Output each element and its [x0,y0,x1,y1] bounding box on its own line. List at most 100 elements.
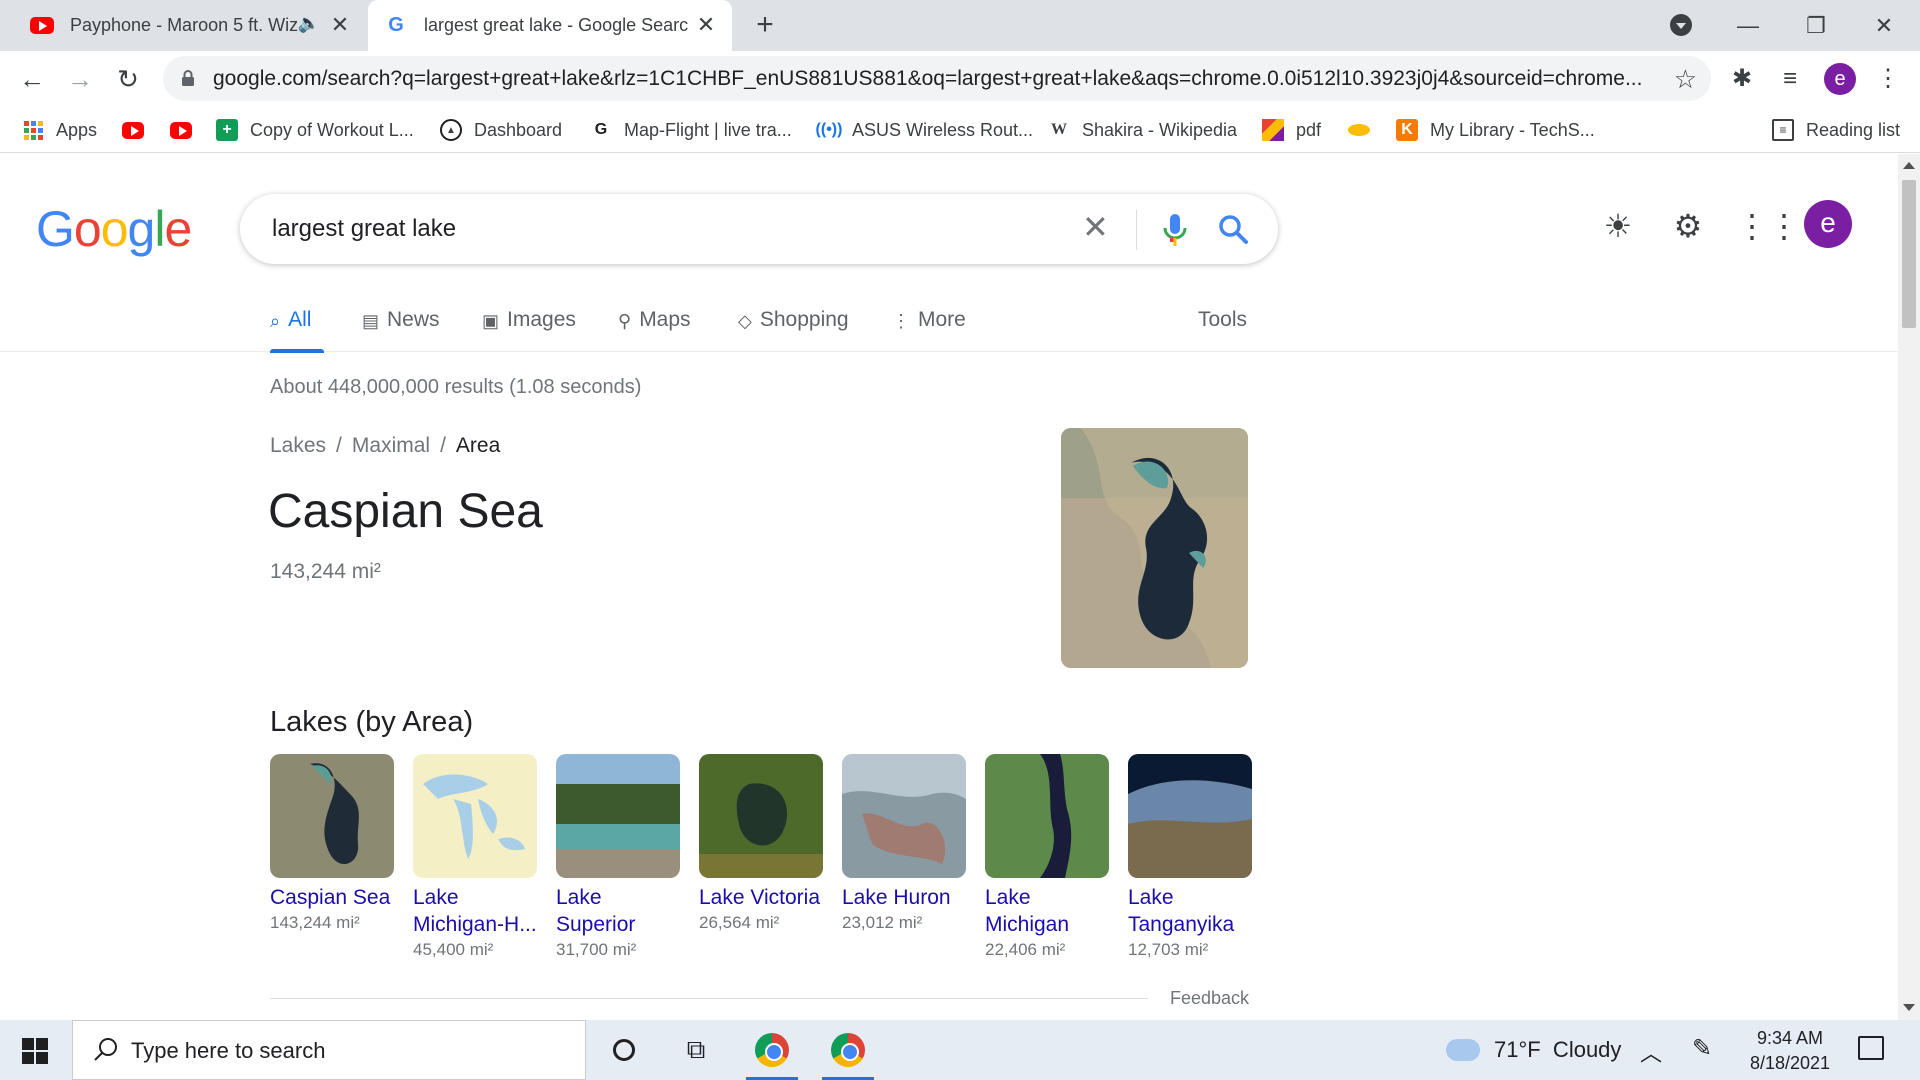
scroll-down-arrow-icon[interactable] [1903,1004,1915,1011]
close-tab-icon[interactable]: ✕ [694,13,718,37]
tab-news[interactable]: ▤ News [362,306,440,352]
search-icon[interactable] [1216,212,1250,246]
forward-icon[interactable]: → [64,63,96,95]
lake-thumbnail[interactable] [842,754,966,878]
back-icon[interactable]: ← [16,63,48,95]
lake-name-link[interactable]: Lake Victoria [699,884,823,911]
lake-thumbnail[interactable] [699,754,823,878]
bookmark-pdf[interactable]: pdf [1262,116,1321,144]
chrome-taskbar-icon[interactable] [742,1020,802,1080]
lake-name-link[interactable]: Lake Michigan [985,884,1109,938]
tools-label: Tools [1198,308,1248,331]
cortana-icon[interactable] [594,1020,654,1080]
bookmark-youtube[interactable] [122,116,156,144]
bookmark-badge-icon [1348,124,1370,136]
lake-thumbnail[interactable] [270,754,394,878]
restore-icon[interactable]: ❐ [1796,8,1836,44]
lake-card[interactable]: Lake Victoria 26,564 mi² [699,754,823,933]
scrollbar-thumb[interactable] [1902,180,1916,328]
lake-area: 23,012 mi² [842,913,923,932]
bookmark-asus[interactable]: ((•)) ASUS Wireless Rout... [816,116,1034,144]
microphone-icon[interactable] [1160,212,1190,248]
breadcrumb-item-current: Area [455,434,501,457]
close-tab-icon[interactable]: ✕ [328,13,352,37]
reload-icon[interactable]: ↻ [112,63,144,95]
lake-thumbnail[interactable] [413,754,537,878]
tab-all[interactable]: ⌕ All [270,306,311,352]
extensions-icon[interactable]: ✱ [1726,63,1758,95]
browser-tab-youtube[interactable]: Payphone - Maroon 5 ft. Wiz 🔈 ✕ [14,0,366,51]
windows-start-icon[interactable] [22,1038,48,1064]
page-scrollbar[interactable] [1898,154,1920,1020]
tab-images[interactable]: ▣ Images [482,306,576,352]
brightness-icon[interactable]: ☀ [1598,206,1638,246]
lake-name-link[interactable]: Caspian Sea [270,884,394,911]
bookmark-label: pdf [1296,119,1322,140]
new-tab-button[interactable]: + [750,10,780,40]
bookmark-label: Apps [56,119,98,140]
lake-card[interactable]: Caspian Sea 143,244 mi² [270,754,394,933]
weather-text: 71°F Cloudy [1494,1037,1622,1062]
lake-card[interactable]: Lake Michigan 22,406 mi² [985,754,1109,960]
bookmark-shakira[interactable]: W Shakira - Wikipedia [1048,116,1237,144]
browser-tab-google[interactable]: G largest great lake - Google Search ✕ [368,0,732,51]
caspian-sea-satellite-image[interactable] [1061,428,1248,668]
close-window-icon[interactable]: ✕ [1864,8,1904,44]
bookmark-dashboard[interactable]: ▲ Dashboard [440,116,562,144]
speaker-icon[interactable]: 🔈 [298,13,320,34]
clear-search-icon[interactable]: ✕ [1082,208,1109,246]
pen-icon[interactable]: ✎ [1692,1034,1712,1063]
lake-name-link[interactable]: Lake Michigan-H... [413,884,537,938]
tab-maps[interactable]: ⚲ Maps [618,306,691,352]
chrome-profile-taskbar-icon[interactable] [818,1020,878,1080]
lake-thumbnail[interactable] [985,754,1109,878]
bookmark-map-flight[interactable]: G Map-Flight | live tra... [590,116,792,144]
bookmark-badge[interactable] [1348,116,1382,144]
settings-gear-icon[interactable]: ⚙ [1668,206,1708,246]
minimize-icon[interactable]: — [1728,8,1768,44]
lake-thumbnail[interactable] [1128,754,1252,878]
breadcrumb-item[interactable]: Lakes [270,434,326,457]
lake-card[interactable]: Lake Superior 31,700 mi² [556,754,680,960]
bookmark-label: Shakira - Wikipedia [1082,119,1238,140]
profile-avatar[interactable]: e [1824,63,1856,95]
tools-button[interactable]: Tools [1198,306,1247,352]
lake-card[interactable]: Lake Tanganyika 12,703 mi² [1128,754,1252,960]
tab-search-icon[interactable] [1670,14,1692,36]
scroll-up-arrow-icon[interactable] [1903,162,1915,169]
chevron-up-icon[interactable]: ︿ [1640,1036,1662,1068]
task-view-icon[interactable]: ⧉ [666,1020,726,1080]
taskbar-search-box[interactable]: Type here to search [72,1020,586,1080]
bookmark-workout[interactable]: + Copy of Workout L... [216,116,414,144]
breadcrumb-item[interactable]: Maximal [352,434,430,457]
notification-icon[interactable] [1858,1036,1884,1060]
apps-grid-icon [22,119,44,141]
bookmark-techsmith[interactable]: K My Library - TechS... [1396,116,1595,144]
tab-more[interactable]: ⋮ More [892,306,966,352]
menu-icon[interactable]: ⋮ [1872,63,1904,95]
google-apps-icon[interactable]: ⋮⋮ [1736,206,1800,246]
bookmark-star-icon[interactable]: ☆ [1674,64,1697,95]
lake-card[interactable]: Lake Michigan-H... 45,400 mi² [413,754,537,960]
bookmark-youtube[interactable] [170,116,204,144]
reading-list-button[interactable]: ≡ Reading list [1772,116,1900,144]
bookmark-apps[interactable]: Apps [22,116,97,144]
lake-thumbnail[interactable] [556,754,680,878]
clock-time: 9:34 AM [1756,1028,1824,1048]
lake-name-link[interactable]: Lake Tanganyika [1128,884,1252,938]
address-bar[interactable]: google.com/search?q=largest+great+lake&r… [163,56,1711,101]
search-input[interactable]: largest great lake [272,215,456,243]
weather-widget[interactable]: 71°F Cloudy [1446,1037,1621,1063]
media-control-icon[interactable]: ≡ [1774,63,1806,95]
system-clock[interactable]: 9:34 AM 8/18/2021 [1740,1026,1840,1076]
tab-shopping[interactable]: ◇ Shopping [738,306,849,352]
google-logo[interactable]: Google [36,200,192,258]
account-avatar[interactable]: e [1804,200,1852,248]
reading-list-label: Reading list [1806,119,1901,140]
lake-card[interactable]: Lake Huron 23,012 mi² [842,754,966,933]
search-box[interactable]: largest great lake ✕ [240,194,1278,264]
lake-name-link[interactable]: Lake Superior [556,884,680,938]
lake-name-link[interactable]: Lake Huron [842,884,966,911]
feedback-link[interactable]: Feedback [1170,988,1249,1009]
news-icon: ▤ [362,311,380,331]
